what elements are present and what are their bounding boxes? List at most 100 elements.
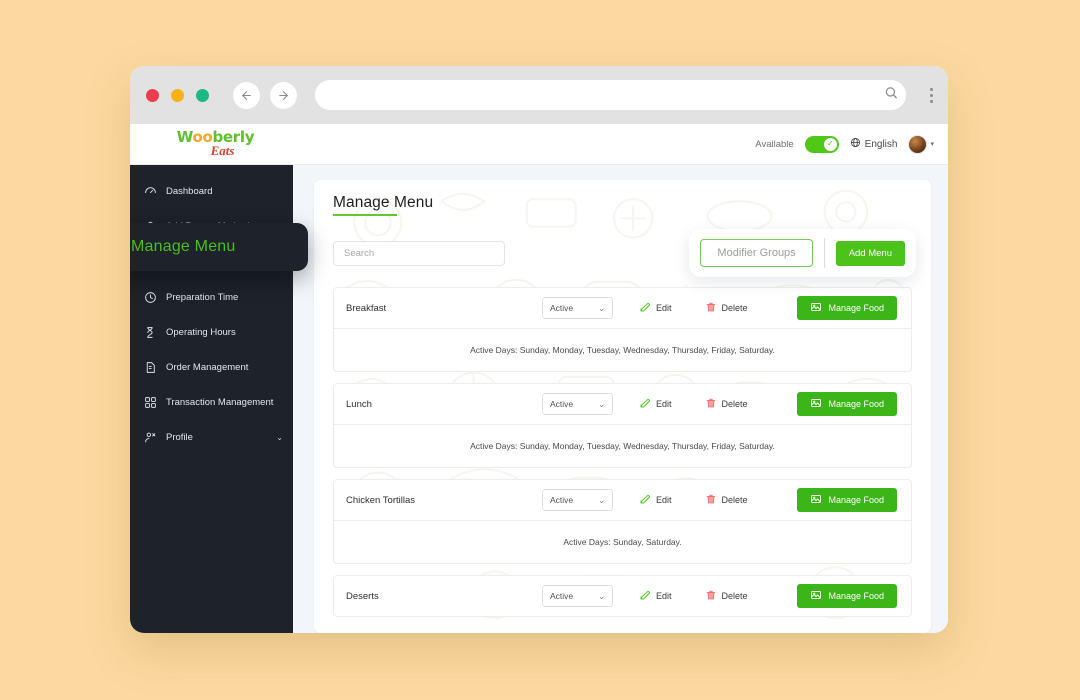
page-title: Manage Menu [333, 194, 434, 211]
status-select[interactable]: Active ⌄ [542, 489, 613, 511]
language-selector[interactable]: English [850, 137, 898, 151]
browser-window: Wooberly Eats Available ✓ English ▾ Dash… [130, 66, 948, 633]
manage-food-label: Manage Food [828, 303, 884, 313]
availability-toggle[interactable]: ✓ [804, 135, 839, 153]
pencil-edit-icon [639, 589, 651, 603]
edit-label: Edit [656, 399, 672, 409]
delete-button[interactable]: Delete [705, 493, 748, 507]
action-divider [823, 238, 825, 268]
table-row: Chicken Tortillas Active ⌄ Edit Delete Manage… [334, 480, 911, 520]
title-underline [333, 214, 397, 216]
manage-food-button[interactable]: Manage Food [797, 584, 897, 608]
chevron-down-icon: ⌄ [598, 495, 605, 505]
sidebar-item-manage-menu[interactable]: Manage Menu [130, 223, 308, 271]
order-doc-icon [144, 361, 157, 374]
user-menu[interactable]: ▾ [908, 134, 934, 154]
kebab-menu-icon[interactable] [922, 81, 940, 109]
trash-delete-icon [705, 589, 717, 603]
main-content: Manage Menu Modifier Groups Add Menu Bre… [293, 165, 948, 633]
header-right-group: Available ✓ English ▾ [755, 134, 934, 154]
delete-label: Delete [721, 591, 748, 601]
chevron-down-icon: ⌄ [598, 399, 605, 409]
image-food-icon [810, 397, 822, 411]
delete-button[interactable]: Delete [705, 301, 748, 315]
toolbar-row: Modifier Groups Add Menu [333, 229, 916, 277]
menu-list: Breakfast Active ⌄ Edit Delete Manage Food Act… [333, 287, 912, 617]
status-select[interactable]: Active ⌄ [542, 297, 613, 319]
active-days-row: Active Days: Sunday, Monday, Tuesday, We… [334, 424, 911, 467]
table-row: Lunch Active ⌄ Edit Delete Manage Food [334, 384, 911, 424]
manage-food-button[interactable]: Manage Food [797, 296, 897, 320]
add-menu-button[interactable]: Add Menu [835, 240, 905, 266]
minimize-window-button[interactable] [171, 88, 184, 102]
delete-button[interactable]: Delete [705, 397, 748, 411]
menu-block: Deserts Active ⌄ Edit Delete Manage Food [333, 575, 912, 617]
arrow-left-icon [242, 90, 251, 100]
sidebar-item-operating-hours[interactable]: Operating Hours [130, 315, 293, 350]
delete-button[interactable]: Delete [705, 589, 748, 603]
toggle-check-icon: ✓ [823, 137, 837, 151]
chevron-down-icon: ⌄ [276, 433, 283, 442]
app-header: Wooberly Eats Available ✓ English ▾ [130, 124, 948, 165]
table-row: Breakfast Active ⌄ Edit Delete Manage Food [334, 288, 911, 328]
action-button-card: Modifier Groups Add Menu [689, 229, 916, 277]
delete-label: Delete [721, 303, 748, 313]
manage-food-button[interactable]: Manage Food [797, 488, 897, 512]
edit-button[interactable]: Edit [639, 493, 672, 507]
modifier-groups-button[interactable]: Modifier Groups [700, 239, 813, 267]
trash-delete-icon [705, 301, 717, 315]
image-food-icon [810, 589, 822, 603]
sidebar-item-label: Profile [166, 432, 193, 443]
image-food-icon [810, 301, 822, 315]
manage-food-label: Manage Food [828, 495, 884, 505]
back-button[interactable] [233, 81, 260, 109]
sidebar-item-label: Operating Hours [166, 327, 236, 338]
menu-block: Chicken Tortillas Active ⌄ Edit Delete Manage… [333, 479, 912, 564]
forward-button[interactable] [270, 81, 297, 109]
status-select[interactable]: Active ⌄ [542, 393, 613, 415]
manage-food-label: Manage Food [828, 591, 884, 601]
sidebar-item-dashboard[interactable]: Dashboard [130, 174, 293, 209]
browser-chrome-bar [130, 66, 948, 124]
profile-icon [144, 431, 157, 444]
menu-block: Breakfast Active ⌄ Edit Delete Manage Food Act… [333, 287, 912, 372]
edit-label: Edit [656, 495, 672, 505]
app-logo[interactable]: Wooberly Eats [130, 129, 293, 158]
card-inner: Manage Menu Modifier Groups Add Menu Bre… [333, 194, 916, 617]
sidebar-item-preparation-time[interactable]: Preparation Time [130, 280, 293, 315]
menu-block: Lunch Active ⌄ Edit Delete Manage Food Active … [333, 383, 912, 468]
maximize-window-button[interactable] [196, 88, 209, 102]
status-value: Active [550, 303, 574, 313]
url-input[interactable] [315, 80, 906, 110]
status-select[interactable]: Active ⌄ [542, 585, 613, 607]
edit-button[interactable]: Edit [639, 397, 672, 411]
language-label: English [864, 138, 898, 150]
trash-delete-icon [705, 493, 717, 507]
sidebar-item-profile[interactable]: Profile ⌄ [130, 420, 293, 455]
sidebar-item-label: Preparation Time [166, 292, 239, 303]
edit-button[interactable]: Edit [639, 589, 672, 603]
close-window-button[interactable] [146, 88, 159, 102]
edit-label: Edit [656, 303, 672, 313]
menu-name: Breakfast [346, 302, 387, 314]
app-body: Dashboard Add Payout Method Preparation … [130, 165, 948, 633]
arrow-right-icon [279, 90, 288, 100]
sidebar-item-label: Manage Menu [131, 238, 236, 255]
edit-button[interactable]: Edit [639, 301, 672, 315]
logo-subtext: Eats [210, 142, 235, 158]
delete-label: Delete [721, 495, 748, 505]
search-input[interactable] [333, 240, 505, 266]
globe-icon [850, 137, 861, 151]
manage-food-button[interactable]: Manage Food [797, 392, 897, 416]
pencil-edit-icon [639, 493, 651, 507]
active-days-row: Active Days: Sunday, Monday, Tuesday, We… [334, 328, 911, 371]
sidebar-item-label: Order Management [166, 362, 249, 373]
sidebar-item-transaction-management[interactable]: Transaction Management [130, 385, 293, 420]
hourglass-icon [144, 326, 157, 339]
image-food-icon [810, 493, 822, 507]
trash-delete-icon [705, 397, 717, 411]
status-value: Active [550, 591, 574, 601]
sidebar-item-order-management[interactable]: Order Management [130, 350, 293, 385]
clock-icon [144, 291, 157, 304]
chevron-down-icon: ⌄ [598, 591, 605, 601]
